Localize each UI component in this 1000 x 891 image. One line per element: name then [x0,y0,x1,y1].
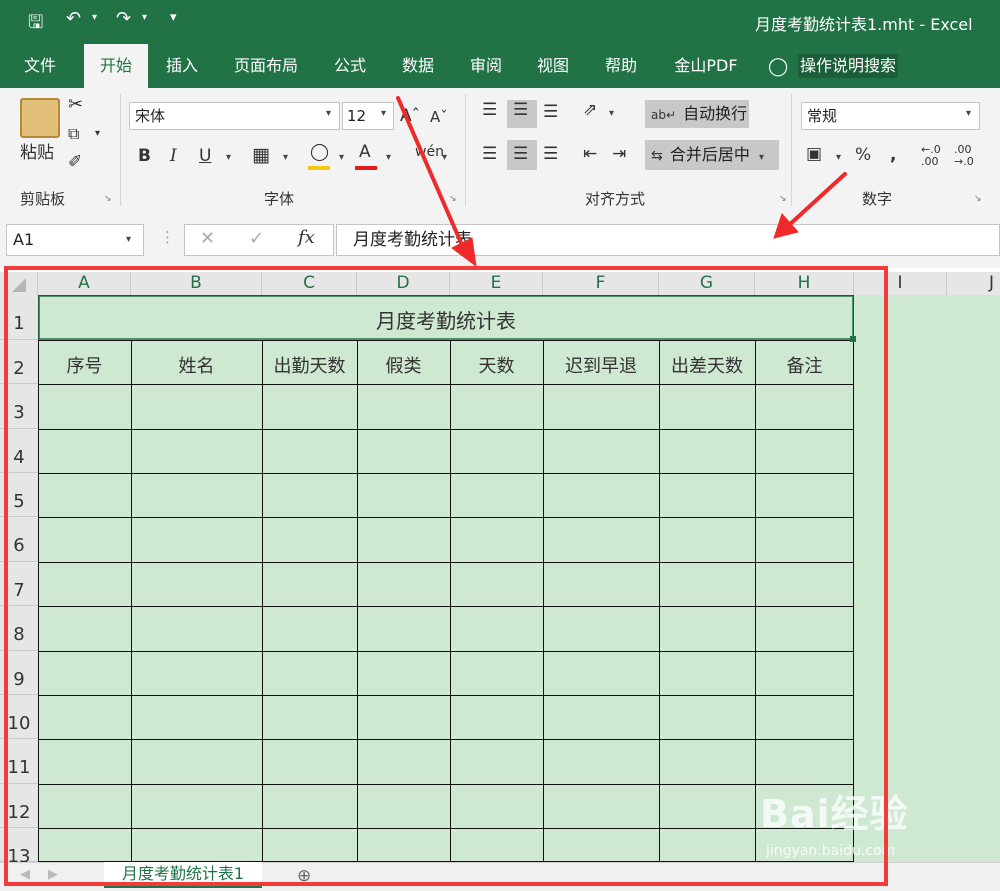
annotation-arrows [396,96,847,268]
